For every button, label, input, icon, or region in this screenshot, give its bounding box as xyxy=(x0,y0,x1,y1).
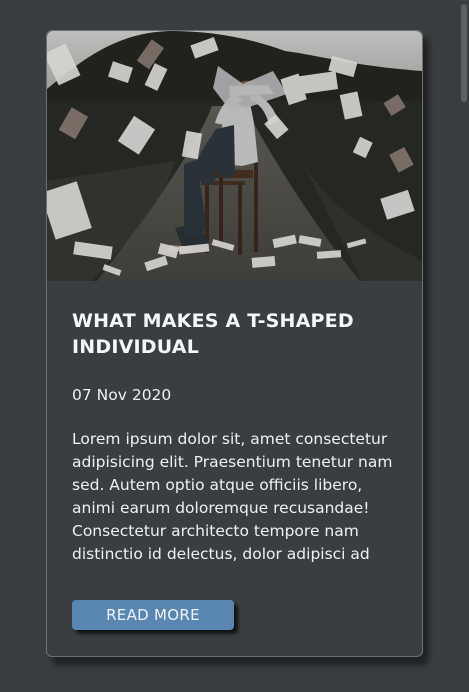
card-title: What makes a T-shaped individual xyxy=(72,310,354,358)
card-image xyxy=(47,31,422,281)
blog-post-card: What makes a T-shaped individual 07 Nov … xyxy=(46,30,423,657)
read-more-button[interactable]: Read more xyxy=(72,600,234,630)
post-excerpt: Lorem ipsum dolor sit, amet consectetur … xyxy=(72,430,393,563)
post-date: 07 Nov 2020 xyxy=(72,386,172,404)
man-chair-flying-papers-photo xyxy=(47,31,422,281)
scrollbar-thumb[interactable] xyxy=(461,4,467,102)
page-scrollbar[interactable] xyxy=(459,0,469,692)
